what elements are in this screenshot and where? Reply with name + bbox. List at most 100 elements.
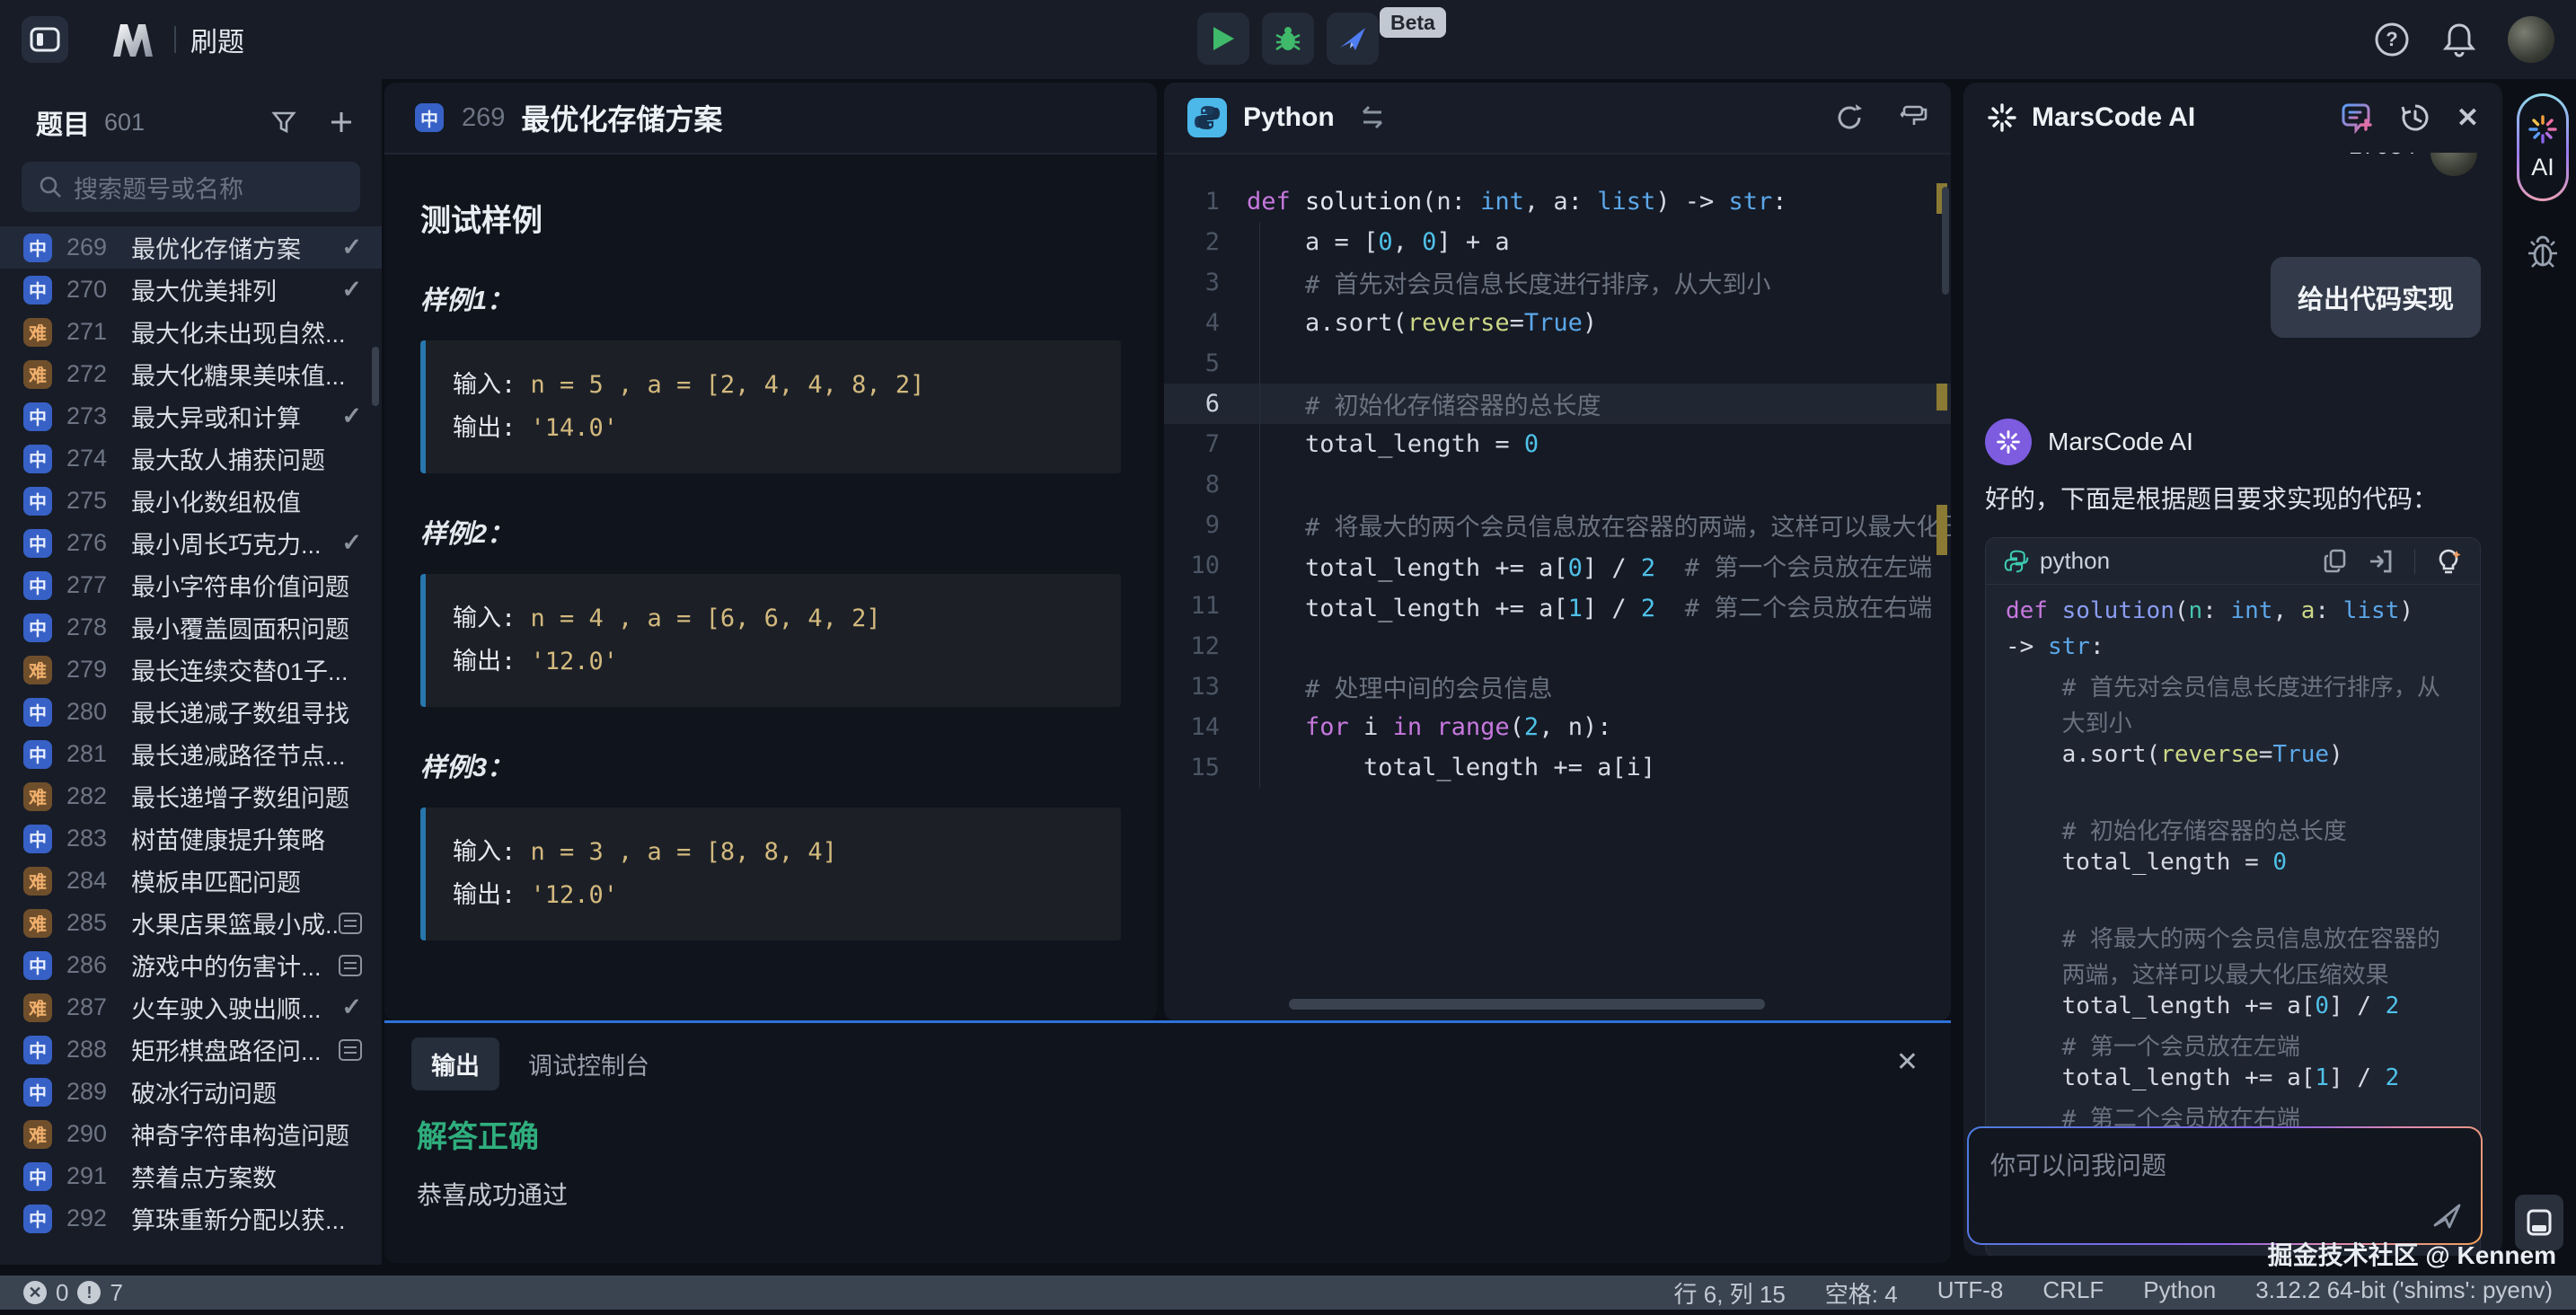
code-line[interactable]: 8 (1164, 464, 1951, 505)
list-item[interactable]: 难285水果店果篮最小成... (0, 902, 382, 944)
line-number: 11 (1164, 592, 1247, 620)
code-line[interactable]: 1def solution(n: int, a: list) -> str: (1164, 181, 1951, 222)
problem-title: 最大敌人捕获问题 (131, 441, 362, 476)
difficulty-badge: 难 (23, 909, 52, 938)
list-item[interactable]: 中277最小字符串价值问题 (0, 564, 382, 606)
editor-vertical-scrollbar[interactable] (1942, 187, 1949, 295)
problem-number: 284 (66, 867, 122, 895)
status-item[interactable]: 行 6, 列 15 (1674, 1276, 1786, 1310)
code-line[interactable]: 15 total_length += a[i] (1164, 747, 1951, 788)
sample-block: 输入: n = 4 , a = [6, 6, 4, 2]输出: '12.0' (420, 574, 1121, 707)
problem-title: 最小化数组极值 (131, 483, 362, 518)
bell-icon[interactable] (2441, 21, 2477, 58)
editor-horizontal-scrollbar[interactable] (1289, 999, 1765, 1010)
list-item[interactable]: 难271最大化未出现自然... (0, 311, 382, 353)
filter-icon[interactable] (270, 109, 297, 136)
tab-debug-console[interactable]: 调试控制台 (508, 1037, 669, 1090)
list-item[interactable]: 中286游戏中的伤害计... (0, 944, 382, 986)
topbar: 刷题 Beta ? (0, 0, 2576, 79)
list-item[interactable]: 难272最大化糖果美味值... (0, 353, 382, 395)
code-line[interactable]: 4 a.sort(reverse=True) (1164, 303, 1951, 343)
list-item[interactable]: 中291禁着点方案数 (0, 1155, 382, 1197)
list-item[interactable]: 中283树苗健康提升策略 (0, 817, 382, 860)
list-item[interactable]: 中273最大异或和计算✓ (0, 395, 382, 437)
code-line[interactable]: 6 # 初始化存储容器的总长度 (1164, 384, 1951, 424)
chat-code-line: # 初始化存储容器的总长度 (2006, 813, 2460, 849)
list-item[interactable]: 中288矩形棋盘路径问... (0, 1028, 382, 1071)
copy-code-icon[interactable] (2323, 548, 2348, 575)
status-item[interactable]: UTF-8 (1937, 1276, 2004, 1310)
format-code-icon[interactable] (1895, 102, 1928, 133)
marscode-logo-icon[interactable] (108, 19, 158, 60)
tab-output[interactable]: 输出 (411, 1037, 499, 1090)
list-item[interactable]: 中270最大优美排列✓ (0, 269, 382, 311)
difficulty-badge: 中 (23, 613, 52, 642)
code-line[interactable]: 2 a = [0, 0] + a (1164, 222, 1951, 262)
ai-input-placeholder: 你可以问我问题 (1990, 1146, 2459, 1182)
difficulty-badge: 中 (23, 1205, 52, 1233)
list-item[interactable]: 中278最小覆盖圆面积问题 (0, 606, 382, 649)
list-item[interactable]: 难287火车驶入驶出顺...✓ (0, 986, 382, 1028)
list-item[interactable]: 中281最长递减路径节点... (0, 733, 382, 775)
sidebar-toggle-button[interactable] (22, 16, 68, 63)
code-line[interactable]: 12 (1164, 626, 1951, 666)
status-item[interactable]: Python (2143, 1276, 2216, 1310)
ai-chat-input[interactable]: 你可以问我问题 (1967, 1126, 2483, 1245)
help-icon[interactable]: ? (2373, 21, 2411, 58)
code-area[interactable]: 1def solution(n: int, a: list) -> str:2 … (1164, 154, 1951, 1019)
list-item[interactable]: 中275最小化数组极值 (0, 480, 382, 522)
list-item[interactable]: 中280最长递减子数组寻找 (0, 691, 382, 733)
svg-text:?: ? (2386, 28, 2397, 50)
code-line[interactable]: 13 # 处理中间的会员信息 (1164, 666, 1951, 707)
code-line[interactable]: 5 (1164, 343, 1951, 384)
insert-code-icon[interactable] (2368, 548, 2395, 575)
list-item[interactable]: 中276最小周长巧克力...✓ (0, 522, 382, 564)
debug-rail-icon[interactable] (2526, 234, 2560, 269)
chat-area[interactable]: 17034 给出代码实现 MarsCode AI 好的，下面是根据题目要求实现的… (1963, 153, 2502, 1256)
code-line[interactable]: 11 total_length += a[1] / 2 # 第二个会员放在右端 (1164, 586, 1951, 626)
list-item[interactable]: 中269最优化存储方案✓ (0, 226, 382, 269)
list-item[interactable]: 中274最大敌人捕获问题 (0, 437, 382, 480)
ai-rail-button[interactable]: AI (2517, 93, 2569, 201)
code-line[interactable]: 3 # 首先对会员信息长度进行排序，从大到小 (1164, 262, 1951, 303)
submit-button[interactable] (1327, 13, 1379, 65)
list-item[interactable]: 难279最长连续交替01子... (0, 649, 382, 691)
list-item[interactable]: 难290神奇字符串构造问题 (0, 1113, 382, 1155)
debug-button[interactable] (1262, 13, 1314, 65)
reset-code-icon[interactable] (1834, 102, 1865, 133)
user-message-bubble: 给出代码实现 (2271, 257, 2481, 338)
problem-title: 最大化糖果美味值... (131, 357, 362, 392)
run-button[interactable] (1197, 13, 1249, 65)
list-item[interactable]: 中289破冰行动问题 (0, 1071, 382, 1113)
problem-number: 281 (66, 740, 122, 768)
line-number: 14 (1164, 713, 1247, 741)
add-problem-icon[interactable] (328, 109, 355, 136)
user-avatar[interactable] (2508, 16, 2554, 63)
code-line[interactable]: 10 total_length += a[0] / 2 # 第一个会员放在左端 (1164, 545, 1951, 586)
status-item[interactable]: 空格: 4 (1825, 1276, 1898, 1310)
code-line[interactable]: 9 # 将最大的两个会员信息放在容器的两端，这样可以最大化压缩效果 (1164, 505, 1951, 545)
send-icon[interactable] (2430, 1200, 2463, 1231)
list-item[interactable]: 难282最长递增子数组问题 (0, 775, 382, 817)
sample-block: 输入: n = 5 , a = [2, 4, 4, 8, 2]输出: '14.0… (420, 340, 1121, 473)
problems-indicator[interactable]: ✕ 0 ! 7 (23, 1279, 123, 1307)
line-number: 7 (1164, 430, 1247, 458)
ai-close-icon[interactable]: ✕ (2457, 102, 2479, 134)
difficulty-badge: 中 (23, 825, 52, 853)
hint-lightbulb-icon[interactable] (2435, 547, 2462, 576)
search-input[interactable]: 搜索题号或名称 (22, 162, 360, 212)
language-swap-icon[interactable] (1356, 105, 1389, 130)
code-line[interactable]: 14 for i in range(2, n): (1164, 707, 1951, 747)
status-item[interactable]: CRLF (2042, 1276, 2104, 1310)
history-icon[interactable] (2399, 101, 2431, 134)
list-item[interactable]: 中292算珠重新分配以获... (0, 1197, 382, 1240)
new-chat-icon[interactable] (2340, 101, 2374, 134)
difficulty-badge: 中 (23, 445, 52, 473)
output-close-icon[interactable]: ✕ (1896, 1046, 1919, 1078)
status-item[interactable]: 3.12.2 64-bit ('shims': pyenv) (2255, 1276, 2553, 1310)
list-item[interactable]: 难284模板串匹配问题 (0, 860, 382, 902)
topbar-divider (174, 26, 176, 53)
sidebar-scrollbar[interactable] (372, 347, 379, 406)
problem-title: 最小周长巧克力... (131, 525, 341, 560)
code-line[interactable]: 7 total_length = 0 (1164, 424, 1951, 464)
